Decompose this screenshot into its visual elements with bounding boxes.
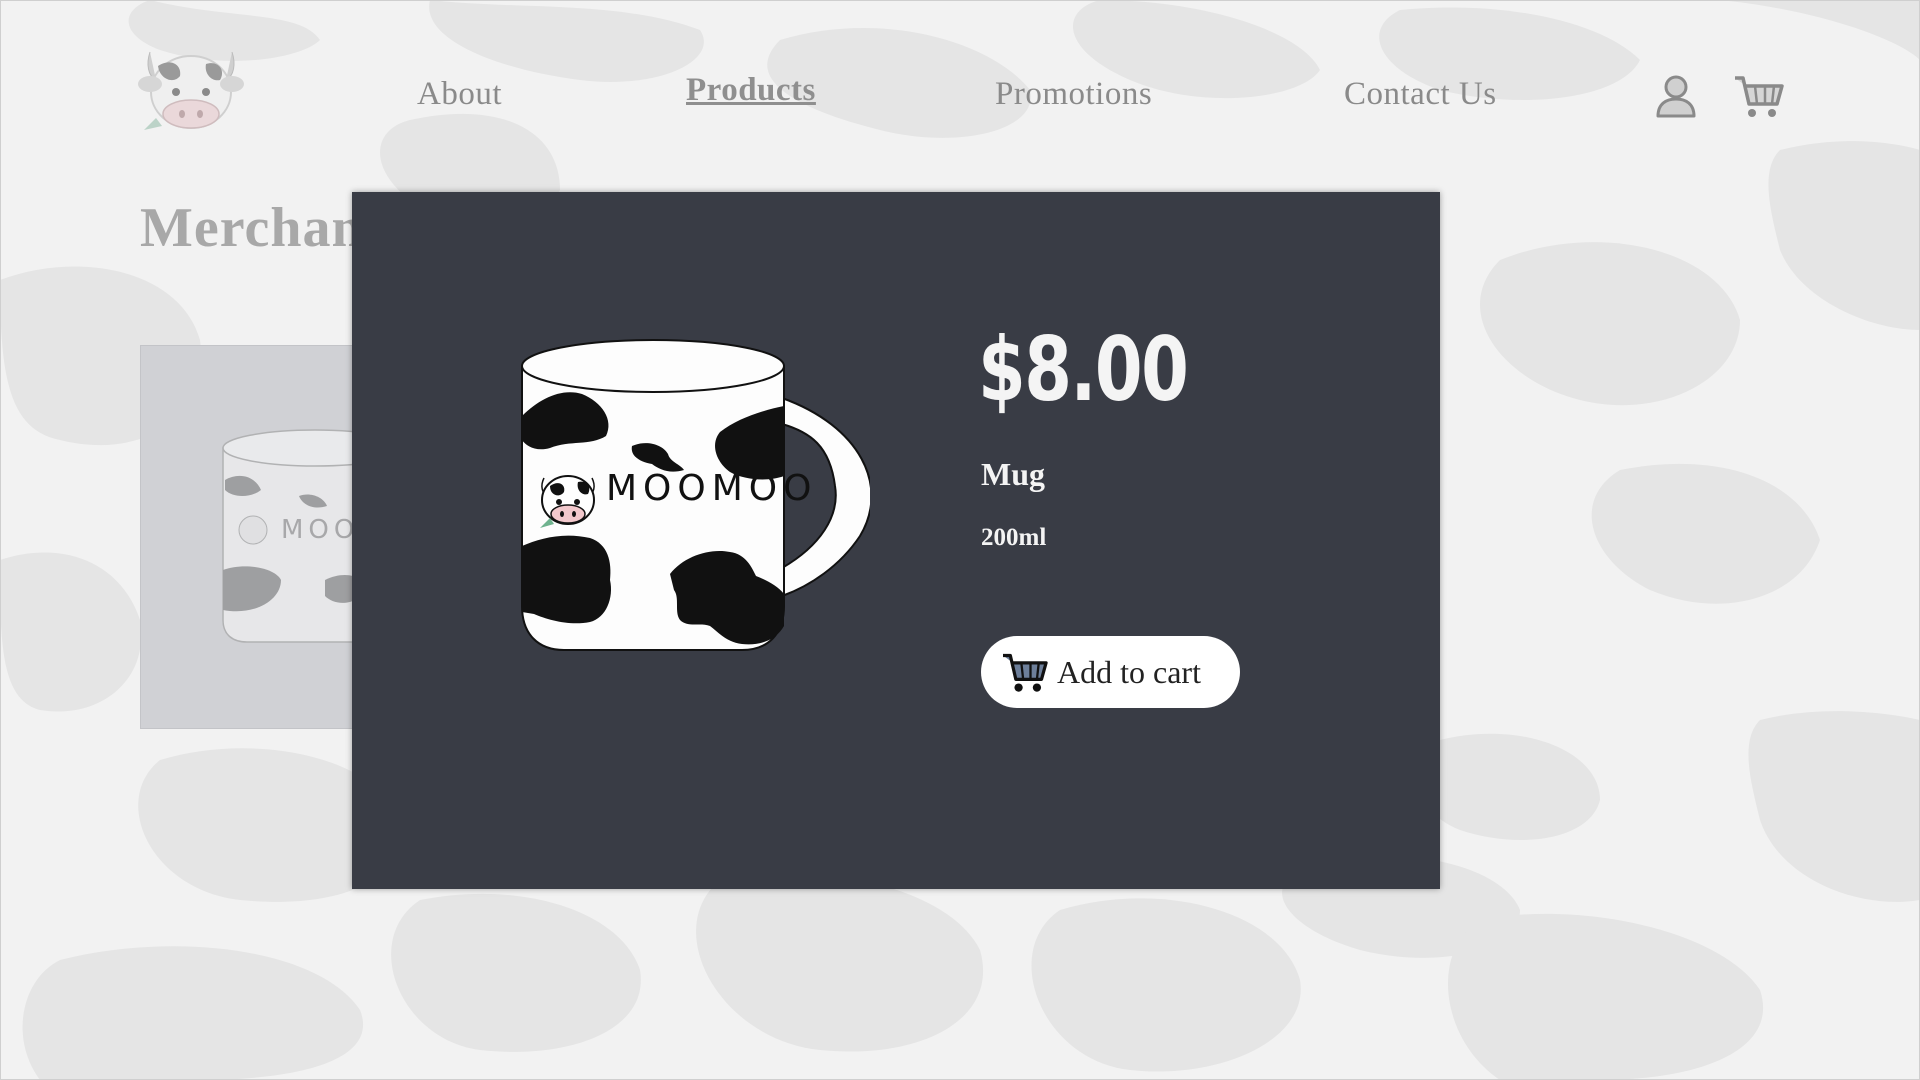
mug-print-text: MOOMOO [606, 468, 817, 509]
shopping-cart-icon [1003, 653, 1048, 692]
shopping-cart-icon[interactable] [1733, 72, 1785, 120]
product-price: $8.00 [978, 318, 1189, 421]
add-to-cart-label: Add to cart [1057, 653, 1201, 690]
nav-contact-us[interactable]: Contact Us [1344, 76, 1497, 113]
add-to-cart-button[interactable]: Add to cart [981, 636, 1240, 708]
mug-product-image: MOOMOO [521, 339, 870, 651]
nav-promotions[interactable]: Promotions [995, 76, 1152, 113]
nav-about[interactable]: About [417, 76, 502, 113]
nav-products[interactable]: Products [686, 72, 816, 109]
product-size: 200ml [981, 524, 1047, 551]
user-icon[interactable] [1652, 72, 1700, 120]
cow-logo-icon[interactable] [136, 44, 246, 136]
product-name: Mug [981, 456, 1045, 492]
product-detail-modal [352, 192, 1440, 889]
